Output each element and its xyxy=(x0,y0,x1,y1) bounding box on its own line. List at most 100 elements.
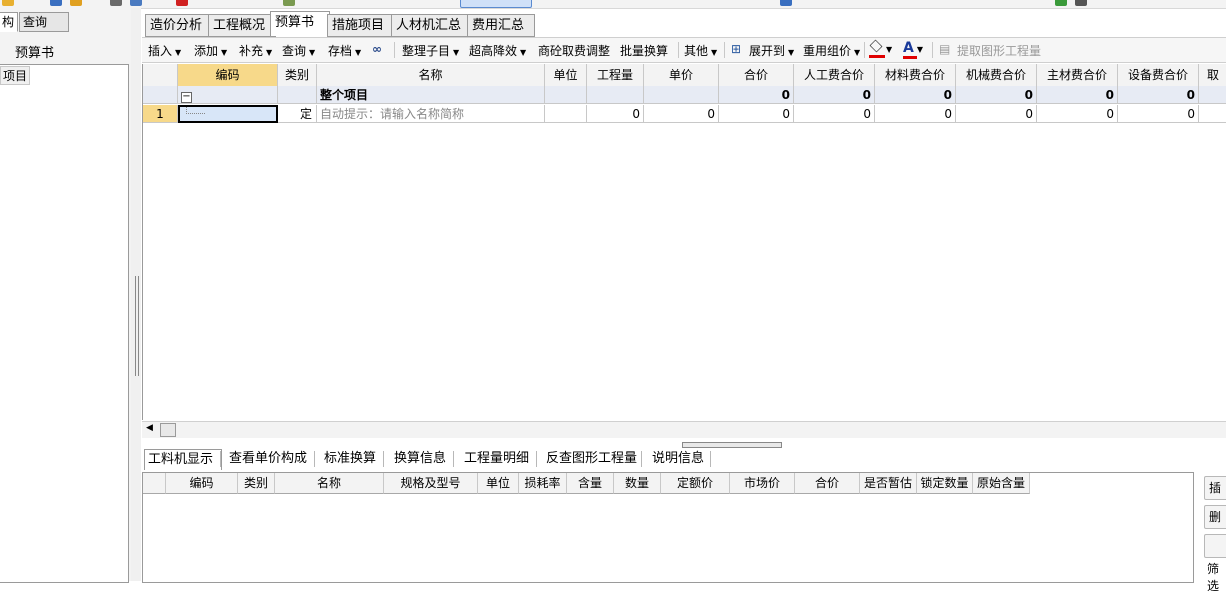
open-icon[interactable] xyxy=(70,0,82,6)
other-menu[interactable]: 其他 ▼ xyxy=(684,42,717,59)
tab-labor-material-display[interactable]: 工料机显示 xyxy=(144,449,222,470)
col-header-material-total[interactable]: 材料费合价 xyxy=(875,64,956,87)
col-header-machine-total[interactable]: 机械费合价 xyxy=(956,64,1037,87)
tab-unit-price-breakdown[interactable]: 查看单价构成 xyxy=(226,449,310,469)
quantity-cell[interactable]: 0 xyxy=(587,105,644,123)
delete-icon[interactable] xyxy=(176,0,188,6)
supplement-menu[interactable]: 补充 ▼ xyxy=(239,42,272,59)
col-header-spec[interactable]: 规格及型号 xyxy=(384,473,478,494)
scroll-thumb[interactable] xyxy=(160,423,176,437)
extra-cell[interactable] xyxy=(1199,105,1226,123)
super-high-menu[interactable]: 超高降效 ▼ xyxy=(469,42,526,59)
name-input-hint[interactable]: 自动提示：请输入名称简称 xyxy=(317,105,545,123)
col-header-content[interactable]: 含量 xyxy=(567,473,614,494)
code-cell-selected[interactable] xyxy=(178,105,278,123)
col-header-labor-total[interactable]: 人工费合价 xyxy=(794,64,875,87)
row-number[interactable]: 1 xyxy=(143,105,178,123)
tab-labor-material-summary[interactable]: 人材机汇总 xyxy=(391,14,471,37)
binoculars-icon[interactable]: ∞ xyxy=(372,42,382,56)
col-header-amount[interactable]: 数量 xyxy=(614,473,661,494)
save-icon[interactable] xyxy=(50,0,62,6)
organize-menu[interactable]: 整理子目 ▼ xyxy=(402,42,459,59)
tab-budget[interactable]: 预算书 xyxy=(270,11,330,36)
main-material-total-cell[interactable]: 0 xyxy=(1037,105,1118,123)
tab-fee-summary[interactable]: 费用汇总 xyxy=(467,14,535,37)
col-header-total[interactable]: 合价 xyxy=(795,473,860,494)
query-menu[interactable]: 查询 ▼ xyxy=(282,42,315,59)
tab-measures[interactable]: 措施项目 xyxy=(327,14,395,37)
extract-quantity-button[interactable]: 提取图形工程量 xyxy=(957,42,1041,59)
col-header-code[interactable]: 编码 xyxy=(178,64,278,87)
reuse-pricing-menu[interactable]: 重用组价 ▼ xyxy=(803,42,860,59)
col-header-loss-rate[interactable]: 损耗率 xyxy=(519,473,567,494)
col-header-unit[interactable]: 单位 xyxy=(545,64,587,87)
left-tab-query[interactable]: 查询 xyxy=(19,12,69,32)
scroll-left-icon[interactable]: ◀ xyxy=(146,423,153,433)
left-tab-structure[interactable]: 构 xyxy=(0,12,19,32)
labor-total-cell[interactable]: 0 xyxy=(794,105,875,123)
machine-total-cell[interactable]: 0 xyxy=(956,105,1037,123)
export-icon[interactable] xyxy=(1055,0,1067,6)
col-header-quota-price[interactable]: 定额价 xyxy=(661,473,730,494)
col-header-category[interactable]: 类别 xyxy=(238,473,275,494)
splitter-grip[interactable] xyxy=(135,276,139,376)
col-header-main-material-total[interactable]: 主材费合价 xyxy=(1037,64,1118,87)
expand-to-menu[interactable]: 展开到 ▼ xyxy=(749,42,794,59)
col-header-provisional[interactable]: 是否暂估 xyxy=(860,473,917,494)
col-header-category[interactable]: 类别 xyxy=(278,64,317,87)
tab-description[interactable]: 说明信息 xyxy=(649,449,707,469)
col-header-name[interactable]: 名称 xyxy=(317,64,545,87)
name-cell[interactable]: 整个项目 xyxy=(317,86,545,104)
nav-first-icon[interactable] xyxy=(780,0,792,6)
horizontal-scrollbar[interactable]: ◀ xyxy=(142,421,1226,438)
cut-icon[interactable] xyxy=(110,0,122,6)
tree-toggle-cell[interactable]: − xyxy=(178,86,278,104)
col-header-market-price[interactable]: 市场价 xyxy=(730,473,795,494)
unit-cell[interactable] xyxy=(545,105,587,123)
col-header-equipment-total[interactable]: 设备费合价 xyxy=(1118,64,1199,87)
tab-conversion-info[interactable]: 换算信息 xyxy=(391,449,449,469)
bottom-splitter[interactable] xyxy=(682,442,782,448)
unit-price-cell[interactable]: 0 xyxy=(644,105,719,123)
tree-item-project[interactable]: 项目 xyxy=(0,66,31,85)
collapse-icon[interactable]: − xyxy=(181,92,192,103)
copy-icon[interactable] xyxy=(130,0,142,6)
insert-menu[interactable]: 插入 ▼ xyxy=(148,42,181,59)
col-header-extra[interactable]: 取 xyxy=(1199,64,1226,87)
extra-cell[interactable] xyxy=(1199,86,1226,104)
tool-icon[interactable] xyxy=(283,0,295,6)
col-header-name[interactable]: 名称 xyxy=(275,473,384,494)
col-header-unit[interactable]: 单位 xyxy=(478,473,519,494)
labor-total-cell[interactable]: 0 xyxy=(794,86,875,104)
total-cell[interactable]: 0 xyxy=(719,105,794,123)
filter-label[interactable]: 筛选 xyxy=(1207,560,1226,594)
folder-icon[interactable] xyxy=(2,0,14,6)
tab-cost-analysis[interactable]: 造价分析 xyxy=(145,14,213,37)
tab-reverse-graphic-quantity[interactable]: 反查图形工程量 xyxy=(543,449,640,469)
batch-convert-button[interactable]: 批量换算 xyxy=(620,42,668,59)
material-total-cell[interactable]: 0 xyxy=(875,105,956,123)
active-tool-button[interactable] xyxy=(460,0,532,8)
col-header-locked-amount[interactable]: 锁定数量 xyxy=(917,473,973,494)
tab-standard-conversion[interactable]: 标准换算 xyxy=(321,449,379,469)
unit-price-cell[interactable] xyxy=(644,86,719,104)
machine-total-cell[interactable]: 0 xyxy=(956,86,1037,104)
col-header-unit-price[interactable]: 单价 xyxy=(644,64,719,87)
delete-side-button[interactable]: 删 xyxy=(1204,505,1226,529)
concrete-adjust-button[interactable]: 商砼取费调整 xyxy=(538,42,610,59)
archive-menu[interactable]: 存档 ▼ xyxy=(328,42,361,59)
fill-color-button[interactable]: ▼ xyxy=(869,39,892,58)
font-color-button[interactable]: A ▼ xyxy=(903,40,923,59)
main-material-total-cell[interactable]: 0 xyxy=(1037,86,1118,104)
labor-material-grid[interactable]: 编码 类别 名称 规格及型号 单位 损耗率 含量 数量 定额价 市场价 合价 是… xyxy=(142,472,1194,583)
equipment-total-cell[interactable]: 0 xyxy=(1118,105,1199,123)
col-header-quantity[interactable]: 工程量 xyxy=(587,64,644,87)
pane-splitter[interactable] xyxy=(131,8,141,581)
tab-quantity-details[interactable]: 工程量明细 xyxy=(461,449,532,469)
category-cell[interactable]: 定 xyxy=(278,105,317,123)
side-button[interactable] xyxy=(1204,534,1226,558)
col-header-total[interactable]: 合价 xyxy=(719,64,794,87)
col-header-original-content[interactable]: 原始含量 xyxy=(973,473,1030,494)
budget-grid[interactable]: 编码 类别 名称 单位 工程量 单价 合价 人工费合价 材料费合价 机械费合价 … xyxy=(142,64,1226,420)
project-tree[interactable]: 项目 xyxy=(0,64,129,583)
